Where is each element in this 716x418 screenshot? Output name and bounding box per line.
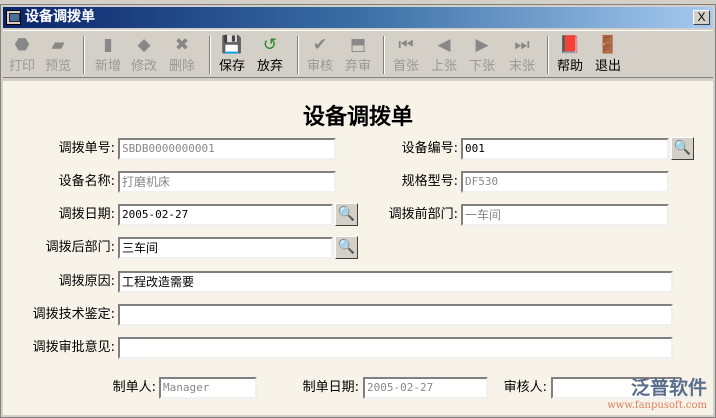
first-icon: ⏮ [398,35,414,55]
toolbar-separator [383,36,385,74]
toolbar-button-new[interactable]: ▮ 新增 [91,35,125,77]
tech-field[interactable] [118,304,673,326]
prev-icon: ◀ [437,35,451,55]
equipment-search-button[interactable]: 🔍 [671,137,694,160]
toolbar-button-label: 预览 [44,59,71,74]
next-icon: ▶ [475,35,489,55]
window-title: 设备调拨单 [25,9,95,25]
auditor-label: 审核人: [503,380,547,395]
toolbar-separator [209,36,211,74]
watermark-logo: 泛普软件 www.fanpusoft.com [607,373,707,411]
toolbar-button-label: 删除 [168,59,195,74]
search-icon: 🔍 [337,239,356,255]
toolbar-button-first[interactable]: ⏮ 首张 [389,35,423,77]
spec-label: 规格型号: [401,174,458,189]
toolbar-button-edit[interactable]: ◆ 修改 [127,35,161,77]
close-button[interactable]: X [693,10,710,25]
creator-label: 制单人: [112,380,156,395]
creator-field[interactable]: Manager [159,377,257,399]
toolbar-button-next[interactable]: ▶ 下张 [465,35,499,77]
toolbar-button-check[interactable]: ✔ 审核 [303,35,337,77]
toolbar-button-label: 打印 [8,59,35,74]
approval-field[interactable] [118,337,673,359]
transfer-no-label: 调拨单号: [58,141,115,156]
save-icon: 💾 [221,35,243,55]
toolbar-button-label: 帮助 [556,59,583,74]
toolbar-separator [547,36,549,74]
toolbar: ⬣ 打印 ▰ 预览 ▮ 新增 ◆ 修改 ✖ 删除 💾 保存 ↺ 放弃 ✔ 审核 ⬒ 弃审 ⏮ 首张 ◀ 上张 ▶ 下张 ⏭ 末张 📕… [3,30,713,78]
reason-field[interactable]: 工程改造需要 [118,271,673,293]
window-icon [6,10,21,25]
equipment-no-label: 设备编号: [401,141,458,156]
toolbar-separator [297,36,299,74]
new-icon: ▮ [103,35,113,55]
preview-icon: ▰ [51,35,65,55]
toolbar-button-label: 末张 [508,59,535,74]
undo-icon: ↺ [262,35,278,55]
toolbar-button-label: 上张 [430,59,457,74]
edit-icon: ◆ [137,35,151,55]
toolbar-separator [83,36,85,74]
transfer-date-field[interactable]: 2005-02-27 [118,204,333,226]
transfer-date-label: 调拨日期: [58,207,115,222]
spec-field[interactable]: DF530 [461,171,669,193]
toolbar-button-label: 退出 [594,59,621,74]
toolbar-button-label: 弃审 [344,59,371,74]
dept-after-field[interactable]: 三车间 [118,237,333,259]
toolbar-button-undo[interactable]: ↺ 放弃 [253,35,287,77]
toolbar-button-last[interactable]: ⏭ 末张 [505,35,539,77]
equipment-name-label: 设备名称: [58,174,115,189]
title-bar: 设备调拨单 X [3,7,713,28]
exit-door-icon: 🚪 [597,35,619,55]
toolbar-button-label: 下张 [468,59,495,74]
reason-label: 调拨原因: [58,274,115,289]
toolbar-button-preview[interactable]: ▰ 预览 [41,35,75,77]
dept-before-field[interactable]: 一车间 [461,204,669,226]
dept-search-button[interactable]: 🔍 [335,236,358,259]
toolbar-button-delete[interactable]: ✖ 删除 [165,35,199,77]
toolbar-button-save[interactable]: 💾 保存 [215,35,249,77]
watermark-url: www.fanpusoft.com [607,400,707,411]
delete-icon: ✖ [174,35,190,55]
toolbar-button-label: 保存 [218,59,245,74]
unapprove-icon: ⬒ [349,35,367,55]
dept-after-label: 调拨后部门: [45,240,115,255]
window: 设备调拨单 X ⬣ 打印 ▰ 预览 ▮ 新增 ◆ 修改 ✖ 删除 💾 保存 ↺ 放弃 ✔ 审核 ⬒ 弃审 ⏮ 首张 ◀ 上… [0,4,716,418]
equipment-name-field[interactable]: 打磨机床 [118,171,336,193]
form-title: 设备调拨单 [302,104,413,130]
last-icon: ⏭ [514,35,530,55]
toolbar-button-label: 首张 [392,59,419,74]
transfer-no-field[interactable]: SBDB0000000001 [118,138,336,160]
equipment-no-field[interactable]: 001 [461,138,669,160]
date-picker-button[interactable]: 🔍 [335,203,358,226]
toolbar-button-label: 新增 [94,59,121,74]
dept-before-label: 调拨前部门: [388,207,458,222]
help-book-icon: 📕 [559,35,581,55]
toolbar-button-unapprove[interactable]: ⬒ 弃审 [341,35,375,77]
check-icon: ✔ [312,35,328,55]
create-date-label: 制单日期: [302,380,359,395]
toolbar-button-prev[interactable]: ◀ 上张 [427,35,461,77]
search-icon: 🔍 [337,206,356,222]
toolbar-button-exit-door[interactable]: 🚪 退出 [591,35,625,77]
toolbar-button-label: 修改 [130,59,157,74]
toolbar-button-label: 审核 [306,59,333,74]
search-icon: 🔍 [673,140,692,156]
toolbar-button-printer[interactable]: ⬣ 打印 [5,35,39,77]
tech-label: 调拨技术鉴定: [32,307,115,322]
toolbar-button-help-book[interactable]: 📕 帮助 [553,35,587,77]
printer-icon: ⬣ [14,35,30,55]
toolbar-button-label: 放弃 [256,59,283,74]
form: 设备调拨单 调拨单号: SBDB0000000001 设备编号: 001 🔍 设… [3,81,713,415]
approval-label: 调拨审批意见: [32,340,115,355]
watermark-name: 泛普软件 [630,377,707,399]
create-date-field[interactable]: 2005-02-27 [363,377,488,399]
